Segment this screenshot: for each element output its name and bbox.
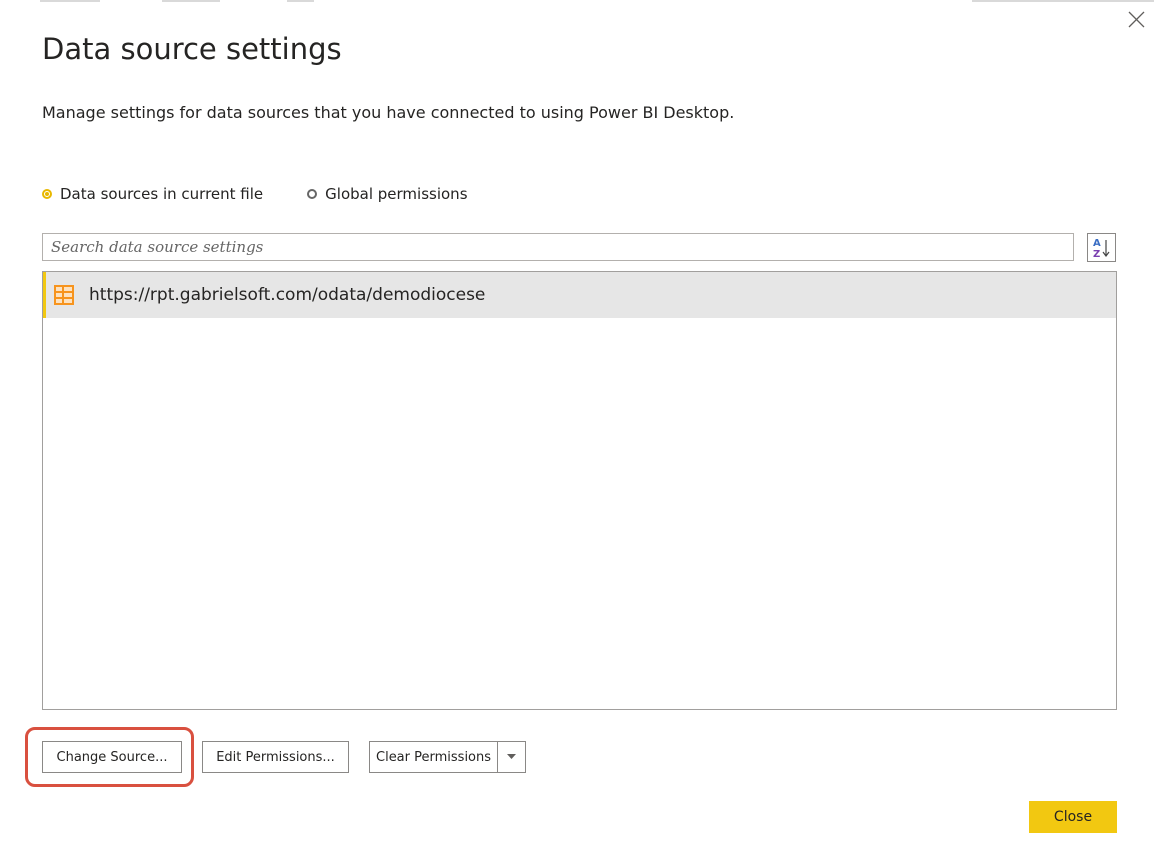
sort-button[interactable]: A Z — [1087, 233, 1116, 262]
svg-text:Z: Z — [1093, 249, 1100, 260]
data-source-item[interactable]: https://rpt.gabrielsoft.com/odata/demodi… — [43, 272, 1116, 318]
scope-radio-group: Data sources in current file Global perm… — [42, 185, 468, 203]
dialog-description: Manage settings for data sources that yo… — [42, 103, 735, 122]
radio-selected-icon — [42, 189, 52, 199]
clear-permissions-dropdown[interactable] — [498, 742, 525, 772]
radio-global-permissions[interactable]: Global permissions — [307, 185, 468, 203]
change-source-button[interactable]: Change Source... — [42, 741, 182, 773]
radio-unselected-icon — [307, 189, 318, 199]
selection-accent — [43, 272, 46, 318]
close-dialog-icon[interactable] — [1127, 10, 1147, 30]
radio-current-file[interactable]: Data sources in current file — [42, 185, 263, 203]
chevron-down-icon — [507, 754, 517, 759]
data-source-url: https://rpt.gabrielsoft.com/odata/demodi… — [89, 285, 486, 305]
svg-text:A: A — [1093, 238, 1101, 249]
radio-global-permissions-label: Global permissions — [325, 185, 468, 203]
dialog-title: Data source settings — [42, 32, 342, 66]
clear-permissions-split-button[interactable]: Clear Permissions — [369, 741, 526, 773]
top-strip-segment — [40, 0, 100, 2]
edit-permissions-button[interactable]: Edit Permissions... — [202, 741, 349, 773]
close-button[interactable]: Close — [1029, 801, 1117, 833]
search-input[interactable] — [42, 233, 1074, 261]
top-strip-segment — [972, 0, 1154, 2]
table-icon — [54, 285, 74, 305]
top-strip-segment — [162, 0, 220, 2]
clear-permissions-button[interactable]: Clear Permissions — [370, 742, 499, 772]
radio-current-file-label: Data sources in current file — [60, 185, 264, 203]
data-source-settings-dialog: Data source settings Manage settings for… — [0, 0, 1155, 854]
data-source-list: https://rpt.gabrielsoft.com/odata/demodi… — [42, 271, 1117, 710]
top-strip-segment — [287, 0, 314, 2]
sort-az-icon: A Z — [1093, 238, 1110, 260]
window-top-strip — [0, 0, 1155, 3]
